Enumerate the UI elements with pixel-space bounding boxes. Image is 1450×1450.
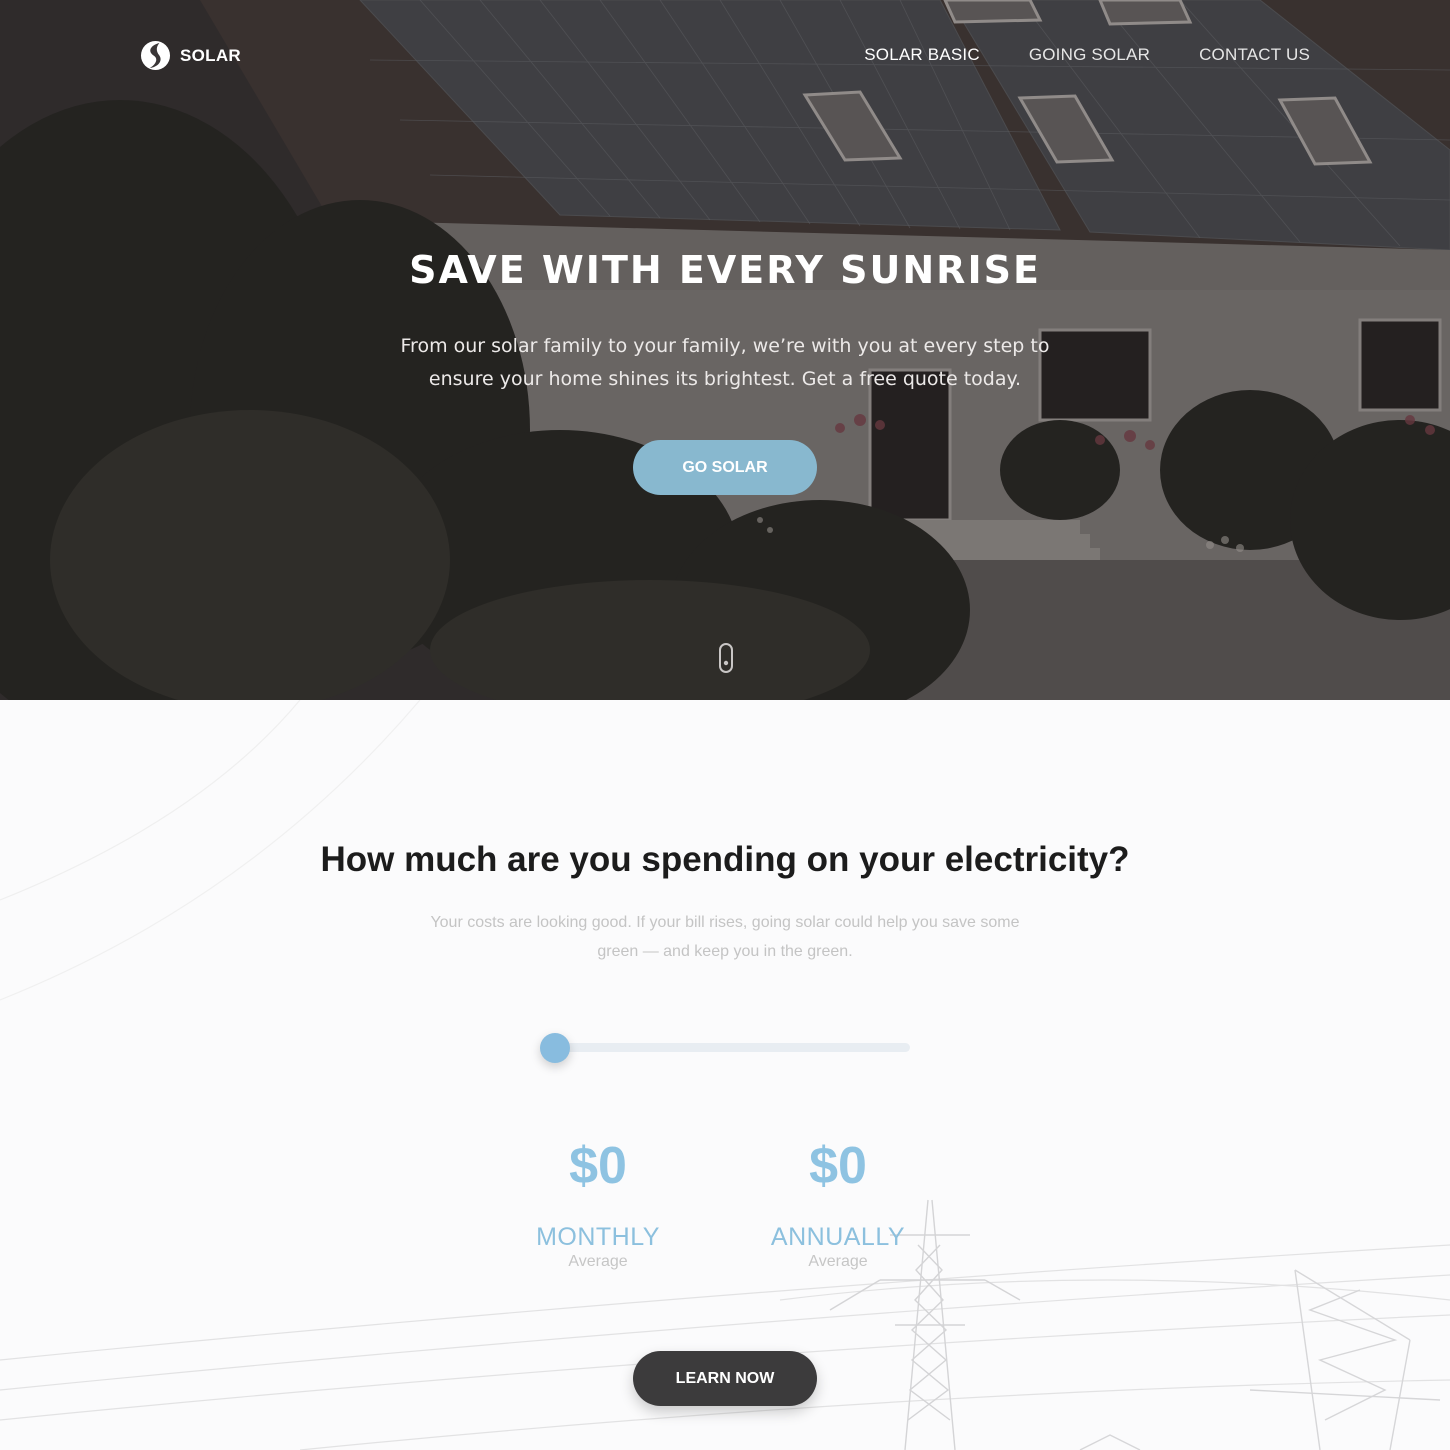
nav-item-contact-us[interactable]: CONTACT US	[1199, 45, 1310, 65]
electricity-calculator-section: How much are you spending on your electr…	[0, 700, 1450, 1450]
bill-slider-track[interactable]	[540, 1043, 910, 1052]
calculator-title: How much are you spending on your electr…	[320, 840, 1130, 879]
mouse-scroll-icon[interactable]	[718, 642, 734, 674]
annual-value: $0	[809, 1137, 867, 1195]
annual-label: ANNUALLY	[770, 1223, 906, 1251]
monthly-value: $0	[569, 1137, 627, 1195]
bill-slider-thumb[interactable]	[540, 1033, 570, 1063]
nav-item-going-solar[interactable]: GOING SOLAR	[1029, 45, 1150, 65]
brand-name: SOLAR	[180, 45, 241, 65]
annual-stat: $0 ANNUALLY Average	[738, 1132, 938, 1272]
hero-section: SOLAR SOLAR BASIC GOING SOLAR CONTACT US…	[0, 0, 1450, 700]
main-nav: SOLAR BASIC GOING SOLAR CONTACT US	[864, 45, 1310, 65]
monthly-label: MONTHLY	[536, 1223, 660, 1251]
hero-subtitle: From our solar family to your family, we…	[400, 335, 1050, 390]
solar-logo-icon	[140, 40, 171, 71]
go-solar-button[interactable]: GO SOLAR	[633, 440, 817, 495]
hero-title: SAVE WITH EVERY SUNRISE	[409, 248, 1041, 292]
nav-item-solar-basic[interactable]: SOLAR BASIC	[864, 45, 980, 65]
annual-note: Average	[808, 1253, 868, 1270]
power-lines-background-image	[0, 700, 1450, 1450]
calculator-subtitle: Your costs are looking good. If your bil…	[430, 914, 1020, 960]
monthly-note: Average	[568, 1253, 628, 1270]
brand-logo[interactable]: SOLAR	[140, 40, 241, 71]
learn-now-button[interactable]: LEARN NOW	[633, 1351, 817, 1406]
monthly-stat: $0 MONTHLY Average	[498, 1132, 698, 1272]
